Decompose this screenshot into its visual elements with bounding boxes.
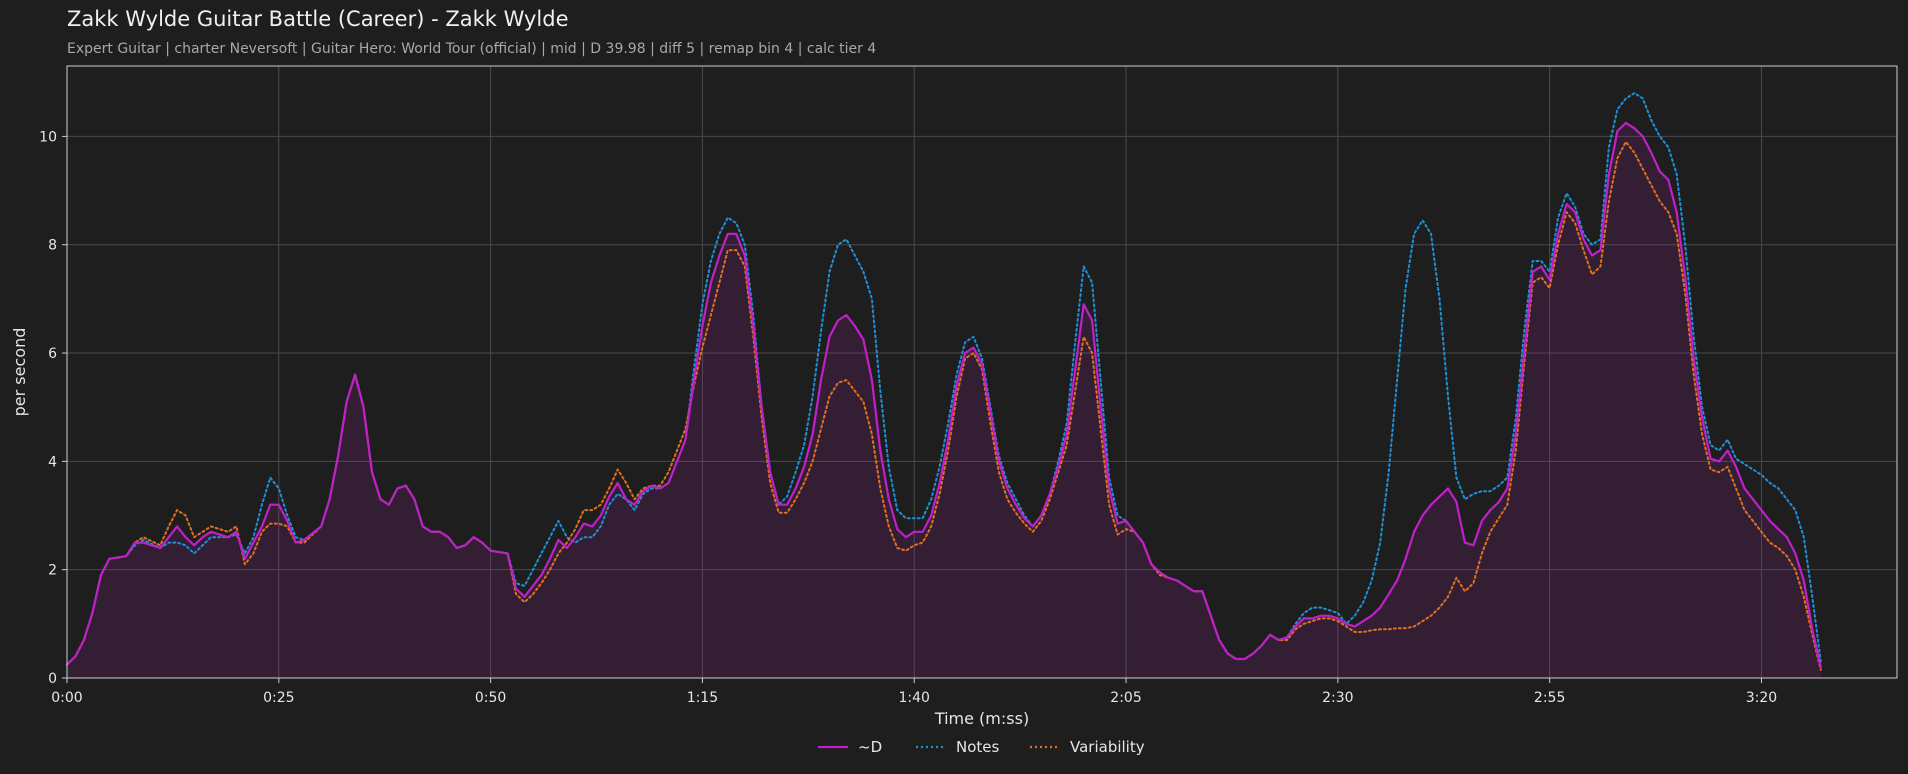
y-tick-label: 4 [48, 454, 57, 470]
y-axis-ticks: 0 2 4 6 8 10 [39, 129, 67, 687]
series-fill [67, 122, 1821, 678]
legend-label: Notes [956, 738, 1000, 756]
y-axis-label: per second [10, 328, 29, 417]
x-tick-label: 1:15 [687, 690, 718, 706]
x-tick-label: 2:05 [1110, 690, 1141, 706]
x-tick-label: 2:55 [1534, 690, 1565, 706]
y-tick-label: 8 [48, 238, 57, 254]
x-tick-label: 2:30 [1322, 690, 1353, 706]
x-axis-label: Time (m:ss) [934, 709, 1029, 728]
x-tick-label: 1:40 [898, 690, 929, 706]
legend-label: ~D [858, 738, 882, 756]
x-tick-label: 0:00 [51, 690, 82, 706]
y-tick-label: 10 [39, 129, 57, 145]
y-tick-label: 6 [48, 346, 57, 362]
legend: ~D Notes Variability [818, 738, 1145, 756]
x-axis-ticks: 0:00 0:25 0:50 1:15 1:40 2:05 2:30 2:55 3:20 [51, 678, 1777, 706]
line-chart: 0:00 0:25 0:50 1:15 1:40 2:05 2:30 2:55 3:20 0 2 4… [10, 65, 1898, 756]
x-tick-label: 3:20 [1746, 690, 1777, 706]
y-tick-label: 2 [48, 563, 57, 579]
x-tick-label: 0:50 [475, 690, 506, 706]
y-tick-label: 0 [48, 671, 57, 687]
legend-label: Variability [1070, 738, 1145, 756]
series-area-fill [67, 122, 1821, 678]
x-tick-label: 0:25 [263, 690, 294, 706]
